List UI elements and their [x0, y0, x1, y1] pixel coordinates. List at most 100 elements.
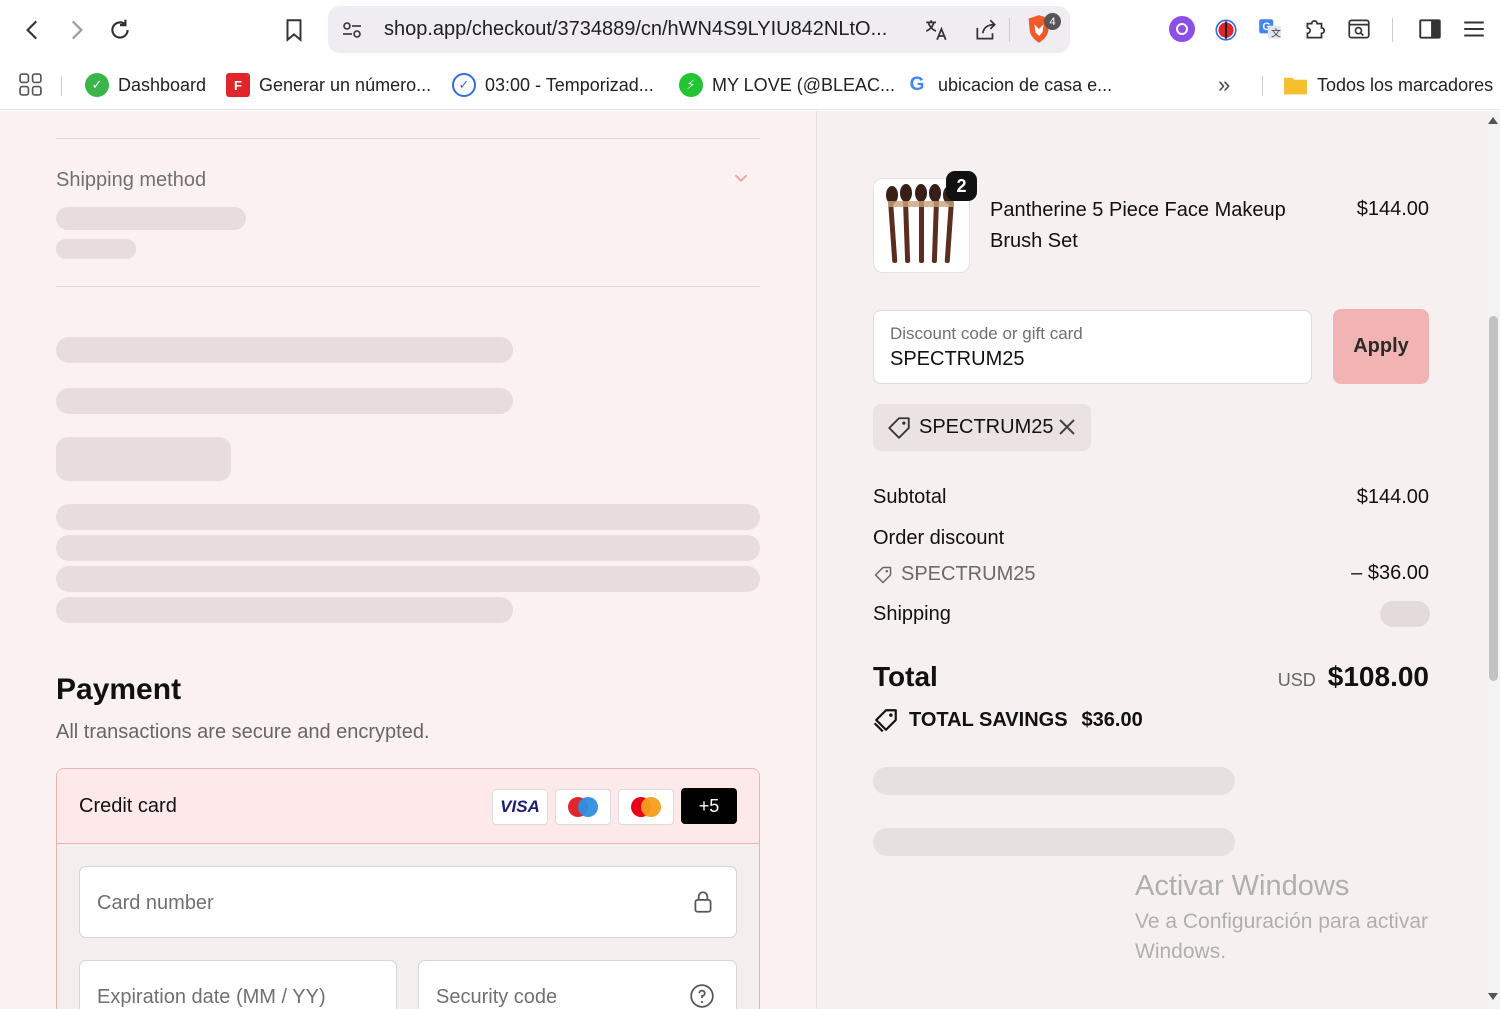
- credit-card-header[interactable]: Credit card VISA +5: [57, 769, 759, 844]
- shipping-loading-skeleton: [1380, 601, 1430, 627]
- mastercard-logo-icon: [618, 789, 674, 825]
- tag-icon: [888, 417, 910, 439]
- shipping-method-title: Shipping method: [56, 169, 207, 191]
- bookmark-label: Todos los marcadores: [1317, 74, 1494, 95]
- total-amount: USD $108.00: [1278, 661, 1429, 693]
- applied-code-text: SPECTRUM25: [919, 416, 1054, 438]
- subtotal-value: $144.00: [1356, 486, 1429, 508]
- loading-skeleton: [873, 828, 1235, 856]
- scroll-up-icon[interactable]: [1488, 117, 1498, 124]
- quantity-badge: 2: [946, 171, 977, 201]
- apps-grid-icon[interactable]: [18, 72, 43, 97]
- forward-icon[interactable]: [58, 12, 94, 48]
- bookmark-icon[interactable]: [276, 12, 312, 48]
- bookmark-my-love[interactable]: ⚡ MY LOVE (@BLEAC...: [679, 70, 895, 100]
- loading-skeleton: [873, 767, 1235, 795]
- sidebar-toggle-icon[interactable]: [1416, 15, 1444, 43]
- shipping-label: Shipping: [873, 603, 951, 625]
- order-discount-code: SPECTRUM25: [873, 563, 1035, 586]
- bookmark-generar[interactable]: F Generar un número...: [226, 70, 431, 100]
- lock-icon: [694, 891, 712, 913]
- savings-tag-icon: [873, 709, 897, 733]
- share-icon[interactable]: [973, 17, 999, 43]
- loading-skeleton: [56, 239, 136, 259]
- discount-code-input[interactable]: Discount code or gift card SPECTRUM25: [873, 310, 1312, 384]
- loading-skeleton: [56, 504, 760, 530]
- bookmark-dashboard[interactable]: ✓ Dashboard: [85, 70, 206, 100]
- security-code-field[interactable]: Security code: [418, 960, 737, 1009]
- address-bar[interactable]: shop.app/checkout/3734889/cn/hWN4S9LYIU8…: [328, 6, 1070, 53]
- credit-card-option[interactable]: Credit card VISA +5 Card number Expirati…: [56, 768, 760, 1009]
- more-cards-badge[interactable]: +5: [681, 788, 737, 824]
- f-logo-icon: F: [226, 73, 250, 97]
- shield-count-badge: 4: [1044, 13, 1061, 30]
- applied-discount-chip: SPECTRUM25: [873, 404, 1091, 451]
- all-bookmarks-folder[interactable]: Todos los marcadores: [1283, 70, 1493, 100]
- card-number-field[interactable]: Card number: [79, 866, 737, 938]
- loading-skeleton: [56, 337, 513, 363]
- bookmark-ubicacion[interactable]: G ubicacion de casa e...: [905, 70, 1112, 100]
- url-text[interactable]: shop.app/checkout/3734889/cn/hWN4S9LYIU8…: [384, 18, 887, 41]
- bookmark-temporizador[interactable]: ✓ 03:00 - Temporizad...: [452, 70, 654, 100]
- loading-skeleton: [56, 535, 760, 561]
- maestro-logo-icon: [555, 789, 611, 825]
- section-divider: [56, 138, 760, 139]
- more-bookmarks-icon[interactable]: »: [1218, 72, 1230, 98]
- loading-skeleton: [56, 566, 760, 592]
- help-icon[interactable]: [689, 983, 715, 1009]
- windows-activation-watermark: Activar Windows Ve a Configuración para …: [1135, 870, 1465, 967]
- credit-card-fields: Card number Expiration date (MM / YY) Se…: [57, 844, 759, 1009]
- bookmark-label: 03:00 - Temporizad...: [485, 74, 654, 95]
- expiration-date-field[interactable]: Expiration date (MM / YY): [79, 960, 397, 1009]
- watermark-subtitle: Ve a Configuración para activar Windows.: [1135, 910, 1429, 963]
- extension-translate-icon[interactable]: G文: [1256, 15, 1284, 43]
- menu-icon[interactable]: [1460, 15, 1488, 43]
- scroll-down-icon[interactable]: [1488, 993, 1498, 1000]
- bookmark-label: ubicacion de casa e...: [938, 74, 1113, 95]
- order-discount-code-text: SPECTRUM25: [901, 563, 1036, 585]
- site-settings-icon[interactable]: [340, 18, 364, 42]
- discount-input-value[interactable]: SPECTRUM25: [890, 348, 1024, 371]
- product-price: $144.00: [1356, 198, 1429, 220]
- visa-logo-icon: VISA: [492, 789, 548, 825]
- card-number-placeholder: Card number: [97, 892, 214, 914]
- apply-button[interactable]: Apply: [1333, 309, 1429, 384]
- loading-skeleton: [56, 437, 231, 481]
- loading-skeleton: [56, 388, 513, 414]
- scrollbar-thumb[interactable]: [1489, 316, 1498, 681]
- page-scrollbar[interactable]: [1487, 111, 1500, 1009]
- extension-bug-icon[interactable]: [1212, 15, 1240, 43]
- translate-icon[interactable]: [923, 17, 949, 43]
- remove-discount-icon[interactable]: [1055, 415, 1079, 439]
- total-label: Total: [873, 661, 938, 692]
- bookmarks-bar: ✓ Dashboard F Generar un número... ✓ 03:…: [0, 60, 1500, 110]
- extensions-puzzle-icon[interactable]: [1301, 15, 1329, 43]
- reload-icon[interactable]: [102, 12, 138, 48]
- product-name: Pantherine 5 Piece Face Makeup Brush Set: [990, 199, 1286, 252]
- total-savings: TOTAL SAVINGS $36.00: [873, 707, 1143, 733]
- chevron-down-icon[interactable]: [730, 167, 752, 189]
- back-icon[interactable]: [15, 12, 51, 48]
- credit-card-label: Credit card: [79, 795, 177, 817]
- payment-title: Payment: [56, 673, 182, 706]
- svg-text:文: 文: [1271, 27, 1281, 40]
- savings-value: $36.00: [1081, 708, 1143, 731]
- checkout-form: Shipping method Payment All transactions…: [0, 111, 816, 1009]
- section-divider: [56, 286, 760, 287]
- extension-purple-icon[interactable]: [1168, 15, 1196, 43]
- order-discount-value: – $36.00: [1351, 562, 1429, 584]
- dashboard-icon: ✓: [85, 73, 109, 97]
- loading-skeleton: [56, 207, 246, 230]
- tag-icon: [874, 566, 892, 583]
- payment-subtitle: All transactions are secure and encrypte…: [56, 721, 430, 743]
- subtotal-label: Subtotal: [873, 486, 947, 508]
- discount-input-label: Discount code or gift card: [890, 324, 1083, 343]
- google-icon: G: [905, 73, 929, 97]
- currency-code: USD: [1277, 670, 1316, 690]
- order-discount-label: Order discount: [873, 527, 1005, 549]
- bookmark-label: Dashboard: [118, 74, 207, 95]
- total-value: $108.00: [1327, 661, 1429, 692]
- reader-search-icon[interactable]: [1345, 15, 1373, 43]
- bookmark-label: Generar un número...: [259, 74, 432, 95]
- folder-icon: [1284, 77, 1307, 95]
